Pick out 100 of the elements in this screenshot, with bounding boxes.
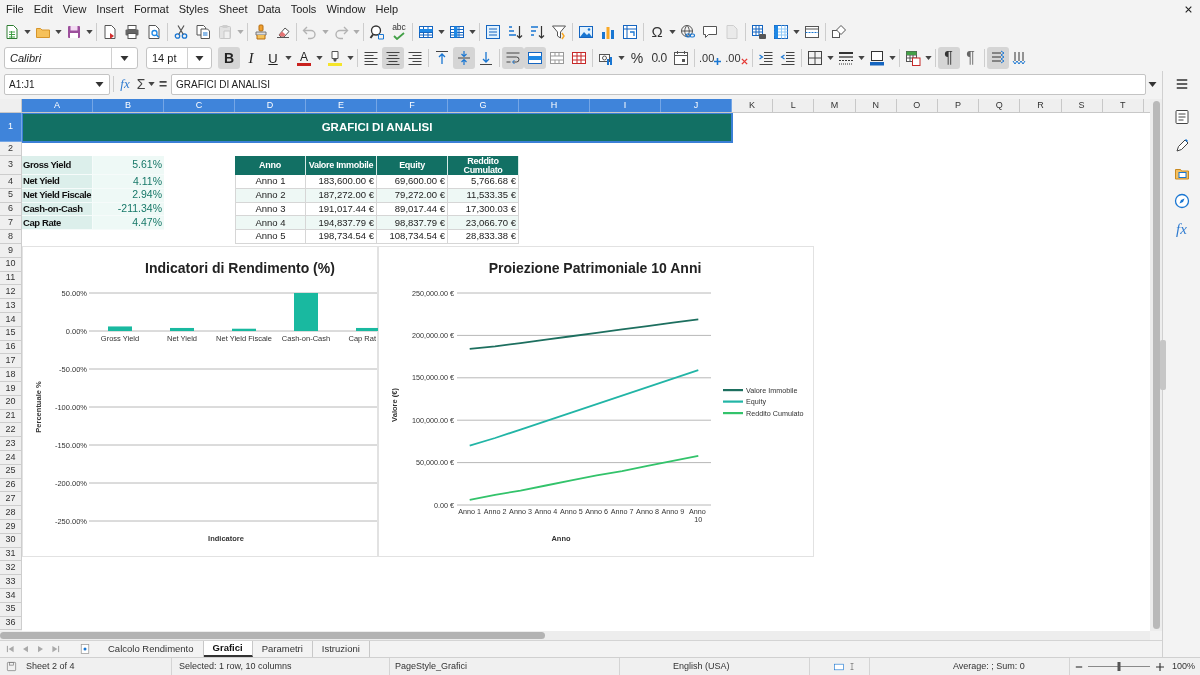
row-header[interactable]: 33 [0, 575, 22, 589]
caret-down-icon[interactable] [148, 82, 155, 86]
table-cell: 69,600.00 € [377, 175, 448, 189]
delete-decimal-button[interactable]: .00 [723, 47, 750, 69]
caret-down-icon[interactable] [347, 56, 354, 60]
font-size-field[interactable]: 14 pt [146, 47, 212, 69]
paintbrush-icon [253, 23, 269, 40]
functions-button[interactable]: fx [1167, 215, 1196, 243]
caret-down-icon[interactable] [618, 56, 625, 60]
row-header[interactable]: 27 [0, 492, 22, 507]
caret-down-icon[interactable] [24, 29, 31, 34]
percent-button[interactable]: % [626, 47, 648, 69]
column-header[interactable]: A [22, 99, 93, 112]
menu-item[interactable]: Help [370, 0, 404, 18]
italic-button[interactable]: I [240, 47, 262, 69]
row-header[interactable]: 13 [0, 299, 22, 313]
text-cursor-icon[interactable] [848, 661, 856, 672]
ltr-button[interactable]: ¶ [937, 47, 960, 69]
row-header[interactable]: 32 [0, 561, 22, 576]
row-header[interactable]: 17 [0, 354, 22, 369]
menu-item[interactable]: Window [321, 0, 371, 18]
column-header[interactable]: H [519, 99, 590, 112]
row-header[interactable]: 3 [0, 156, 22, 175]
align-center-button[interactable] [382, 47, 404, 69]
menu-item[interactable]: Sheet [213, 0, 253, 18]
magnifier-icon [369, 23, 385, 40]
row-header[interactable]: 18 [0, 368, 22, 382]
sidebar-collapse-handle[interactable] [1160, 340, 1166, 390]
row-header[interactable]: 22 [0, 423, 22, 438]
text-horizontal-button[interactable] [986, 47, 1009, 69]
caret-down-icon[interactable] [86, 29, 93, 34]
align-top-icon [434, 50, 450, 66]
column-header[interactable]: J [661, 99, 732, 112]
row-header[interactable]: 28 [0, 506, 22, 520]
row-header[interactable]: 4 [0, 175, 22, 189]
add-sheet-icon[interactable] [79, 643, 91, 655]
caret-down-icon[interactable] [924, 56, 932, 60]
menu-item[interactable]: Format [128, 0, 174, 18]
caret-down-icon[interactable] [826, 56, 834, 60]
add-decimal-button[interactable]: .00 [697, 47, 724, 69]
table-header-cell: Reddito Cumulato [448, 156, 519, 175]
merge-center-button[interactable] [524, 47, 546, 69]
sum-button[interactable]: Σ [135, 74, 147, 94]
column-header[interactable]: I [590, 99, 661, 112]
function-wizard-button[interactable]: fx [117, 74, 133, 94]
scrollbar-thumb[interactable] [0, 632, 545, 639]
underline-button[interactable]: U [262, 47, 284, 69]
sheet-tab[interactable]: Grafici [203, 641, 253, 657]
caret-down-icon[interactable] [469, 29, 476, 34]
font-name-field[interactable]: Calibri [4, 47, 138, 69]
caret-down-icon[interactable] [888, 56, 896, 60]
metric-label: Net Yield [22, 175, 93, 189]
table-header-cell: Anno [235, 156, 306, 175]
spelling-button[interactable]: abc [388, 20, 410, 43]
caret-down-icon[interactable] [285, 56, 292, 60]
row-header[interactable]: 2 [0, 142, 22, 156]
plus-icon[interactable] [1156, 662, 1164, 671]
pivot-table-icon [622, 23, 638, 40]
caret-down-icon[interactable] [55, 29, 62, 34]
sort-descending-icon [529, 23, 545, 40]
menu-item[interactable]: Edit [28, 0, 58, 18]
menu-item[interactable]: Data [252, 0, 286, 18]
column-header[interactable]: B [93, 99, 164, 112]
caret-down-icon[interactable] [316, 56, 323, 60]
formula-input-field[interactable]: GRAFICI DI ANALISI [171, 73, 1146, 95]
clipboard-icon [217, 23, 233, 40]
column-header[interactable]: E [306, 99, 377, 112]
special-char-button[interactable]: Ω [646, 20, 668, 43]
name-box[interactable]: A1:J1 [4, 73, 110, 95]
number-button[interactable]: 0.0 [648, 47, 670, 69]
caret-down-icon[interactable] [793, 29, 800, 34]
caret-down-icon[interactable] [438, 29, 445, 34]
column-header[interactable]: F [377, 99, 448, 112]
document-export-icon [102, 23, 118, 40]
caret-down-icon[interactable] [669, 29, 676, 34]
close-icon[interactable] [1184, 4, 1193, 14]
row-header[interactable]: 7 [0, 216, 22, 231]
caret-down-icon[interactable] [857, 56, 865, 60]
column-header[interactable]: D [235, 99, 306, 112]
zoom-percentage: 100% [1172, 659, 1196, 673]
selection-rectangle-icon[interactable] [833, 661, 845, 672]
rtl-button[interactable]: ¶ [959, 47, 982, 69]
menu-item[interactable]: View [57, 0, 92, 18]
column-header[interactable]: G [448, 99, 519, 112]
font-color-button[interactable]: A [293, 47, 315, 69]
column-header[interactable]: C [164, 99, 235, 112]
row-header[interactable]: 23 [0, 437, 22, 451]
scissors-icon [173, 23, 189, 40]
slider-thumb[interactable] [1117, 662, 1121, 671]
menu-item[interactable]: File [1, 0, 29, 18]
formula-button[interactable]: = [157, 74, 169, 94]
menu-item[interactable]: Styles [173, 0, 214, 18]
row-header[interactable]: 1 [0, 113, 22, 142]
bold-button[interactable]: B [218, 47, 240, 69]
row-header[interactable]: 8 [0, 230, 22, 244]
horizontal-scrollbar[interactable] [0, 631, 1150, 640]
chart-title: Indicatori di Rendimento (%) [145, 260, 335, 276]
menu-item[interactable]: Insert [91, 0, 129, 18]
row-header[interactable]: 12 [0, 285, 22, 300]
menu-item[interactable]: Tools [285, 0, 322, 18]
